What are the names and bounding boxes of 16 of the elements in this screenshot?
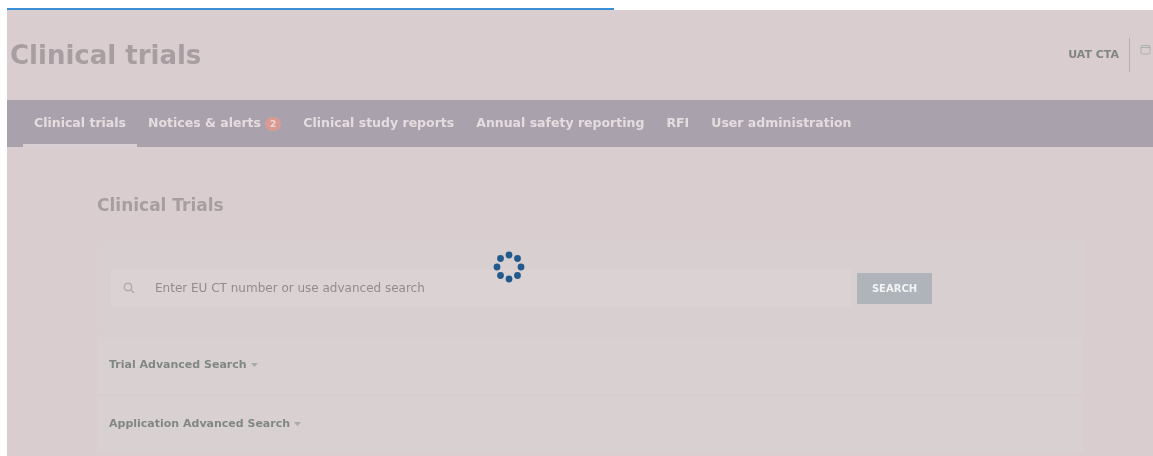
nav-tab[interactable]: Clinical trials: [23, 100, 137, 147]
section-toggle[interactable]: Application Advanced Search: [109, 416, 302, 433]
caret-icon: [250, 363, 258, 368]
search-icon: [123, 282, 135, 294]
search-button[interactable]: SEARCH: [857, 272, 932, 304]
nav-tab[interactable]: User administration: [700, 100, 863, 147]
nav-tab[interactable]: Annual safety reporting: [465, 100, 656, 147]
calendar-icon[interactable]: [1140, 43, 1151, 55]
nav-tab[interactable]: Notices & alerts 2: [137, 100, 293, 147]
user-name: UAT CTA: [1068, 46, 1119, 63]
caret-icon: [294, 422, 302, 427]
nav-tab[interactable]: Clinical study reports: [292, 100, 466, 147]
nav-tab[interactable]: RFI: [655, 100, 701, 147]
loading-spinner-icon: [493, 251, 525, 283]
section-toggle[interactable]: Trial Advanced Search: [109, 357, 258, 374]
count-badge: 2: [265, 116, 282, 131]
